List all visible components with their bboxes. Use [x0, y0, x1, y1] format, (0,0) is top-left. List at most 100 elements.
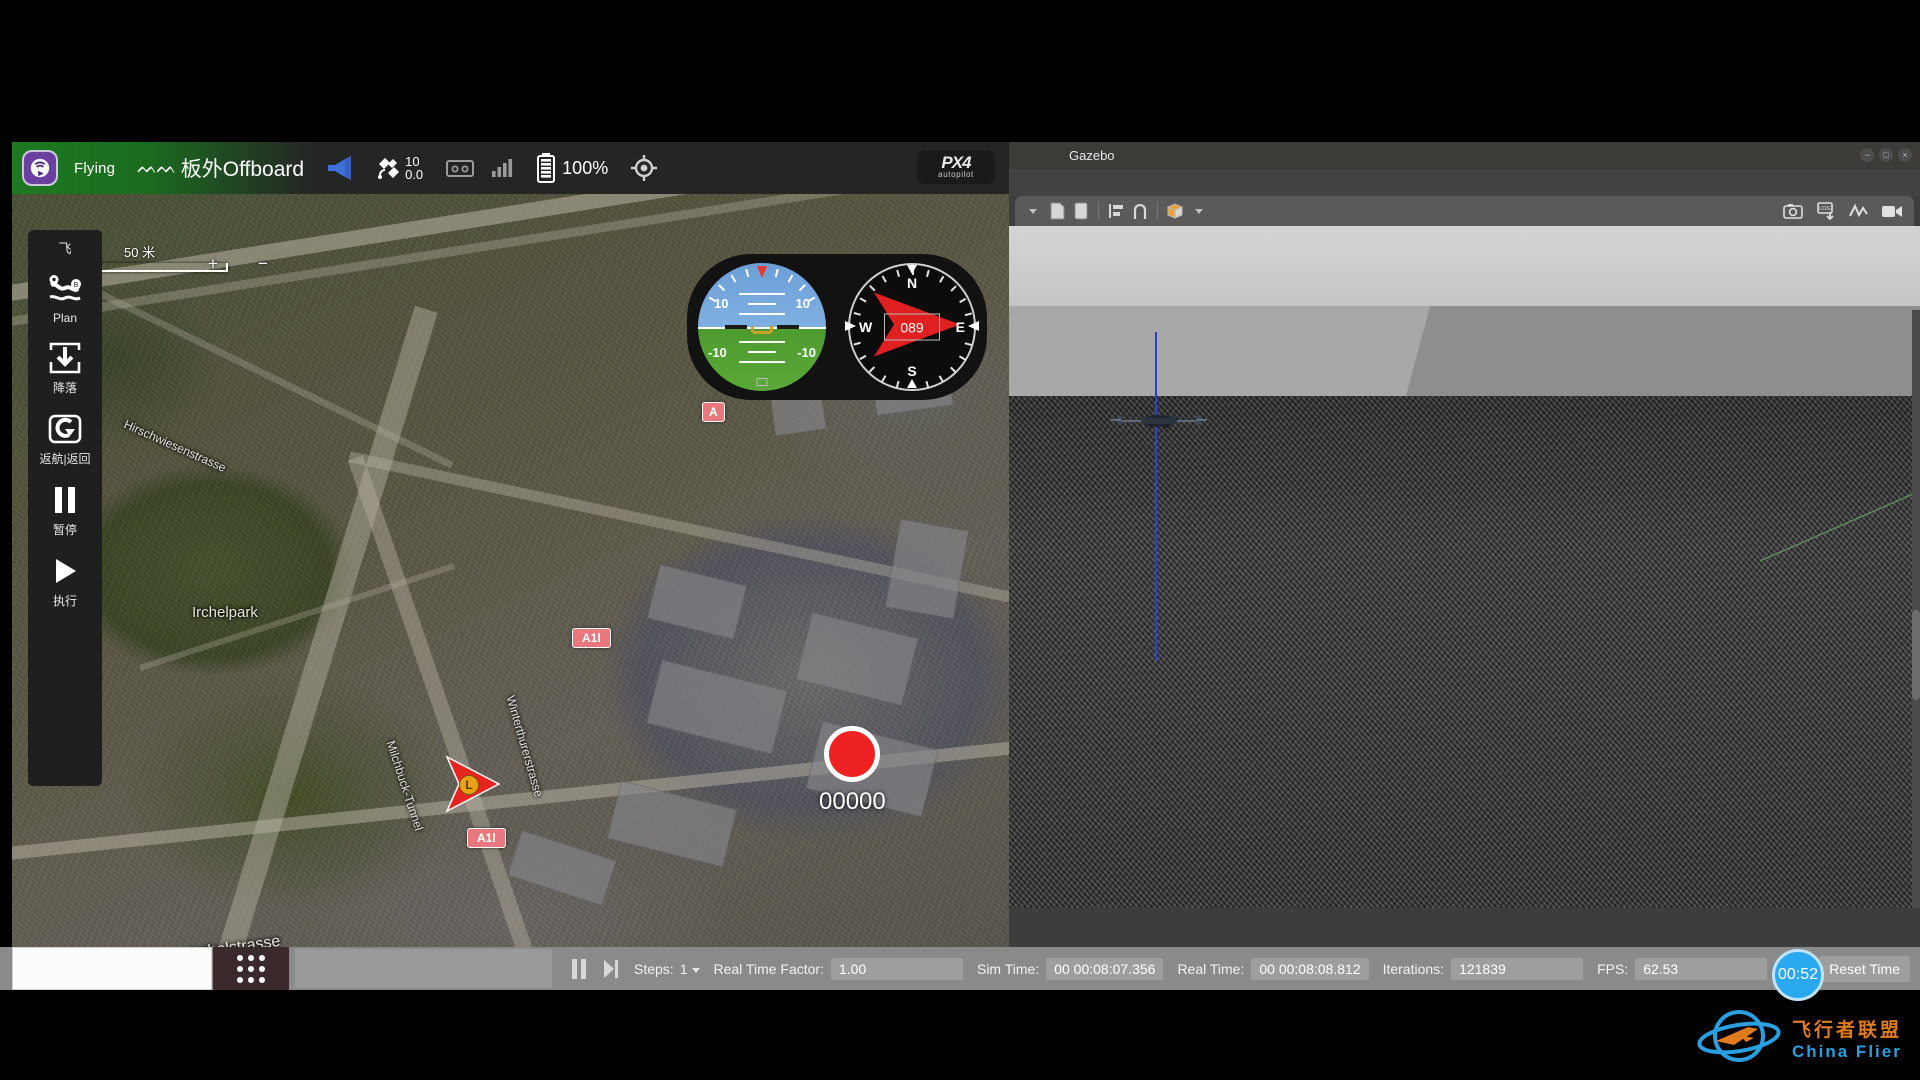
video-record-icon[interactable] [1880, 200, 1904, 222]
minimize-button[interactable]: − [1860, 148, 1874, 162]
reset-time-button[interactable]: Reset Time [1819, 955, 1910, 982]
compass-left-marker [845, 318, 856, 336]
gazebo-titlebar[interactable]: Gazebo − □ × [1009, 142, 1920, 169]
attitude-indicator[interactable]: 10 10 -10 -10 [698, 263, 826, 391]
flight-state-label: Flying [74, 159, 116, 177]
qgc-glyph [30, 158, 50, 178]
china-flier-logo-icon [1696, 1005, 1782, 1072]
steps-value[interactable]: 1 [680, 961, 688, 977]
real-time-label: Real Time: [1177, 960, 1245, 977]
sidebar-item-land[interactable]: 降落 [28, 339, 102, 396]
fly-toolbar: 飞 B Plan 降落 返航|返回 暂停 执行 [28, 230, 102, 786]
new-file-icon[interactable] [1045, 200, 1069, 222]
adi-pitch-tick [739, 313, 785, 315]
viewport-ground-plane [1009, 396, 1920, 908]
sidebar-item-return[interactable]: 返航|返回 [28, 410, 102, 467]
map-view[interactable]: 50 米 + − Hirschwiesenstrasse Irchelpark … [12, 194, 1009, 947]
return-home-icon [47, 410, 83, 448]
sidebar-item-fly[interactable]: 飞 [28, 238, 102, 257]
compass-indicator[interactable]: N S E W 089 [845, 263, 979, 391]
map-zoom-out-button[interactable]: − [258, 254, 268, 274]
iterations-label: Iterations: [1382, 960, 1445, 977]
viewport-wall [1009, 306, 1920, 398]
maximize-button[interactable]: □ [1879, 148, 1893, 162]
taskbar-window-item[interactable] [295, 949, 552, 988]
map-zoom-in-button[interactable]: + [208, 254, 218, 274]
chevron-down-icon[interactable] [691, 961, 700, 977]
adi-bank-pointer [757, 266, 767, 278]
rtf-label: Real Time Factor: [713, 960, 824, 977]
chevron-down-icon[interactable] [1187, 200, 1211, 222]
align-icon[interactable] [1104, 200, 1128, 222]
close-button[interactable]: × [1898, 148, 1912, 162]
sidebar-item-execute[interactable]: 执行 [28, 552, 102, 609]
flight-mode-label[interactable]: 板外Offboard [181, 153, 304, 183]
qgroundcontrol-logo-icon[interactable] [22, 150, 58, 186]
iterations-value: 121839 [1451, 957, 1584, 980]
taskbar-window-item[interactable] [12, 947, 212, 990]
sim-time-label: Sim Time: [976, 960, 1040, 977]
app-grid-icon[interactable] [213, 947, 289, 990]
adi-pitch-tick [739, 341, 785, 343]
drone-model[interactable] [1107, 410, 1211, 432]
adi-pitch-up-right: 10 [795, 296, 810, 311]
adi-pitch-tick [739, 361, 785, 363]
sidebar-item-plan[interactable]: B Plan [28, 271, 102, 325]
gazebo-statusbar: Steps: 1 Real Time Factor: 1.00 Sim Time… [556, 947, 1920, 1001]
steps-label: Steps: [634, 960, 674, 977]
land-arrow-down-icon [47, 339, 83, 377]
adi-pitch-tick [739, 293, 785, 295]
record-button[interactable] [824, 726, 881, 782]
adi-pitch-down-right: -10 [797, 345, 816, 360]
sidebar-item-pause[interactable]: 暂停 [28, 481, 102, 538]
return-label: 返航|返回 [39, 452, 91, 466]
view-cube-icon[interactable] [1163, 200, 1187, 222]
plot-chart-icon[interactable] [1847, 200, 1871, 222]
fps-value: 62.53 [1635, 957, 1768, 980]
gazebo-3d-viewport[interactable] [1009, 226, 1920, 908]
simulation-step-button[interactable] [602, 958, 620, 980]
megaphone-icon[interactable] [326, 156, 356, 180]
chevron-down-icon[interactable] [1021, 200, 1045, 222]
rc-controller-icon[interactable] [445, 157, 475, 179]
pause-icon [52, 481, 78, 519]
instrument-panel: 10 10 -10 -10 N S E W 089 [687, 254, 987, 400]
signal-bars-icon[interactable] [491, 158, 513, 178]
map-road-shield: A1l [467, 828, 506, 848]
toolbar-separator [1157, 202, 1158, 220]
compass-heading-value: 089 [900, 319, 924, 335]
qgc-toolbar: Flying ᨓᨓ 板外Offboard 10 0.0 100% PX4 aut… [12, 142, 1009, 194]
adi-pitch-tick [748, 303, 776, 305]
svg-text:B: B [74, 282, 79, 289]
scrollbar-thumb[interactable] [1912, 610, 1920, 700]
window-controls: − □ × [1860, 148, 1912, 162]
recording-timer-overlay: 00:52 [1772, 949, 1824, 1001]
copy-icon[interactable] [1069, 200, 1093, 222]
viewport-scrollbar[interactable] [1912, 310, 1920, 908]
gazebo-toolbar-right: LOG [1781, 200, 1904, 222]
gazebo-menubar[interactable] [1009, 169, 1920, 196]
compass-heading-box: 089 [884, 313, 940, 341]
adi-pitch-down-left: -10 [708, 345, 727, 360]
gazebo-window: Gazebo − □ × LOG [1009, 142, 1920, 947]
battery-icon[interactable] [537, 153, 556, 183]
snap-icon[interactable] [1128, 200, 1152, 222]
record-counter: 00000 [819, 788, 886, 815]
execute-label: 执行 [52, 594, 77, 608]
gps-hdop-value: 0.0 [405, 167, 424, 182]
log-download-icon[interactable]: LOG [1814, 200, 1838, 222]
fly-label: 飞 [58, 241, 72, 256]
gps-crosshair-icon[interactable] [630, 154, 658, 182]
adi-pitch-up-left: 10 [714, 296, 729, 311]
simulation-pause-button[interactable] [572, 958, 586, 979]
map-road-shield: A [702, 402, 725, 422]
gps-satellite-status[interactable]: 10 0.0 [376, 155, 423, 181]
px4-logo-line2: autopilot [938, 170, 974, 180]
viewport-axis-line [1155, 332, 1157, 396]
qgroundcontrol-window: Flying ᨓᨓ 板外Offboard 10 0.0 100% PX4 aut… [12, 142, 1009, 947]
adi-slip-indicator [756, 378, 768, 386]
svg-text:LOG: LOG [1819, 206, 1831, 212]
screenshot-camera-icon[interactable] [1781, 200, 1805, 222]
vehicle-marker[interactable]: L [437, 749, 507, 819]
watermark-line1: 飞行者联盟 [1791, 1020, 1902, 1041]
